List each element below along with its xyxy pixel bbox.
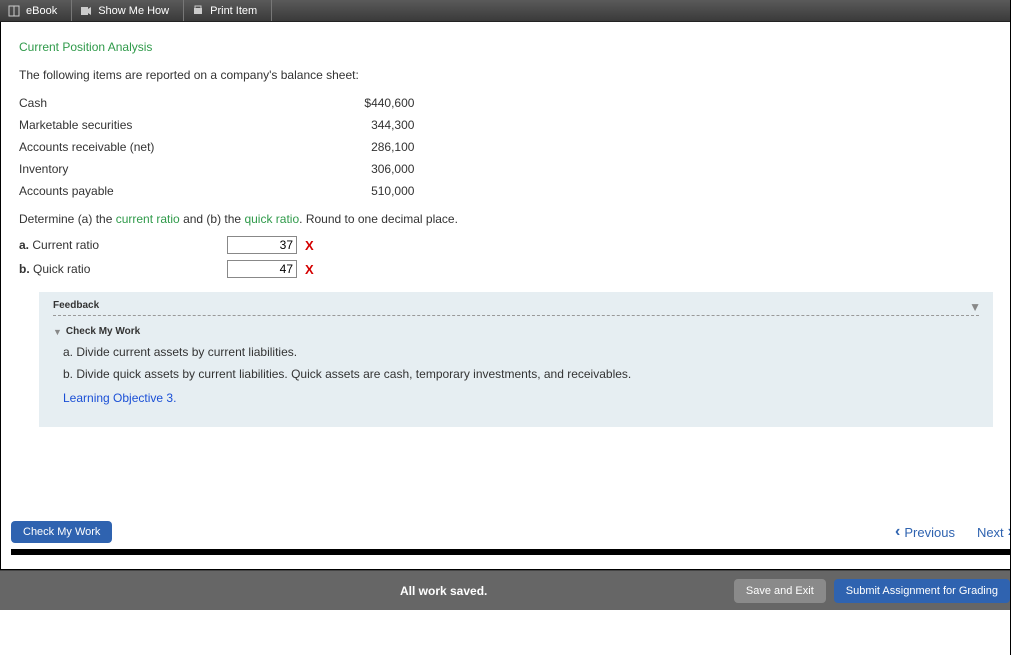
feedback-line-b: b. Divide quick assets by current liabil… [63,367,979,381]
right-border [1010,0,1024,655]
collapse-icon[interactable]: ▼ [969,300,981,314]
bs-value: $440,600 [164,92,424,114]
quick-ratio-term: quick ratio [244,212,299,226]
bs-value: 510,000 [164,180,424,202]
current-ratio-input[interactable] [227,236,297,254]
save-and-exit-button[interactable]: Save and Exit [734,579,826,603]
page-title: Current Position Analysis [19,40,1013,54]
bs-label: Inventory [19,158,164,180]
feedback-title: Feedback [53,300,979,316]
previous-link[interactable]: ‹ Previous [895,523,955,541]
table-row: Inventory 306,000 [19,158,424,180]
book-icon [8,5,20,17]
quick-ratio-input[interactable] [227,260,297,278]
top-toolbar: eBook Show Me How Print Item [0,0,1024,22]
bs-value: 286,100 [164,136,424,158]
submit-assignment-button[interactable]: Submit Assignment for Grading [834,579,1010,603]
bs-value: 344,300 [164,114,424,136]
bs-label: Accounts receivable (net) [19,136,164,158]
toolbar-print-item-label: Print Item [210,5,257,17]
toolbar-ebook[interactable]: eBook [0,0,72,21]
feedback-line-a: a. Divide current assets by current liab… [63,345,979,359]
chevron-left-icon: ‹ [895,523,900,541]
video-icon [80,5,92,17]
wrong-icon: X [305,238,314,253]
content-area: Current Position Analysis The following … [0,22,1024,570]
wrong-icon: X [305,262,314,277]
bs-label: Marketable securities [19,114,164,136]
answer-row-a: a. Current ratio X [19,236,1013,254]
bs-label: Cash [19,92,164,114]
table-row: Cash $440,600 [19,92,424,114]
bs-label: Accounts payable [19,180,164,202]
toolbar-ebook-label: eBook [26,5,57,17]
table-row: Accounts receivable (net) 286,100 [19,136,424,158]
next-link[interactable]: Next › [977,523,1013,541]
chevron-down-icon: ▼ [53,327,62,337]
answer-b-label: b. Quick ratio [19,262,219,276]
footer-bar: All work saved. Save and Exit Submit Ass… [0,570,1024,610]
learning-objective-link[interactable]: Learning Objective 3. [63,391,979,405]
nav-pair: ‹ Previous Next › [895,523,1013,541]
table-row: Accounts payable 510,000 [19,180,424,202]
footer-buttons: Save and Exit Submit Assignment for Grad… [734,579,1010,603]
print-icon [192,5,204,17]
toolbar-spacer [272,0,1024,21]
intro-text: The following items are reported on a co… [19,68,1013,82]
answer-row-b: b. Quick ratio X [19,260,1013,278]
answer-a-label: a. Current ratio [19,238,219,252]
table-row: Marketable securities 344,300 [19,114,424,136]
bs-value: 306,000 [164,158,424,180]
determine-text: Determine (a) the current ratio and (b) … [19,212,1013,226]
toolbar-show-me-how[interactable]: Show Me How [72,0,184,21]
check-my-work-button[interactable]: Check My Work [11,521,112,543]
toolbar-print-item[interactable]: Print Item [184,0,272,21]
current-ratio-term: current ratio [116,212,180,226]
balance-sheet-table: Cash $440,600 Marketable securities 344,… [19,92,424,202]
bottom-nav-row: Check My Work ‹ Previous Next › [11,521,1013,555]
saved-status: All work saved. [400,584,487,598]
feedback-panel: Feedback ▼ ▼ Check My Work a. Divide cur… [39,292,993,427]
toolbar-show-me-how-label: Show Me How [98,5,169,17]
check-my-work-header[interactable]: ▼ Check My Work [53,326,979,337]
